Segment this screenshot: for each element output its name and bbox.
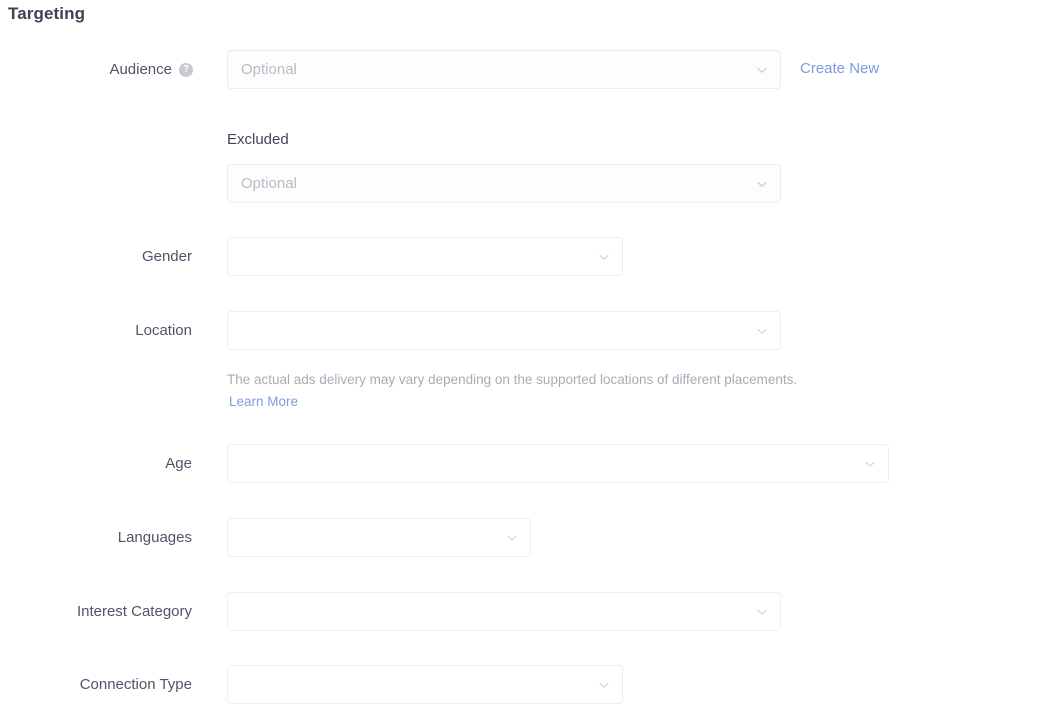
learn-more-link[interactable]: Learn More <box>229 393 298 411</box>
form-row-location: Location <box>0 311 1049 351</box>
gender-label: Gender <box>0 237 192 276</box>
connection-type-select[interactable] <box>227 665 623 704</box>
chevron-down-icon[interactable] <box>863 457 877 471</box>
page-title: Targeting <box>8 4 85 24</box>
create-new-link[interactable]: Create New <box>800 60 879 77</box>
interest-category-select[interactable] <box>227 592 781 631</box>
excluded-select[interactable]: Optional <box>227 164 781 203</box>
gender-select[interactable] <box>227 237 623 276</box>
audience-label: Audience <box>0 50 172 89</box>
chevron-down-icon[interactable] <box>755 324 769 338</box>
audience-select[interactable]: Optional <box>227 50 781 89</box>
chevron-down-icon[interactable] <box>597 250 611 264</box>
audience-placeholder: Optional <box>241 51 297 88</box>
form-row-age: Age <box>0 444 1049 484</box>
form-row-gender: Gender <box>0 237 1049 277</box>
excluded-label: Excluded <box>227 131 289 148</box>
form-row-languages: Languages <box>0 518 1049 558</box>
age-label: Age <box>0 444 192 483</box>
form-row-interest-category: Interest Category <box>0 592 1049 632</box>
chevron-down-icon[interactable] <box>755 177 769 191</box>
targeting-form-page: Targeting Audience ? Optional Create New… <box>0 0 1049 728</box>
connection-type-label: Connection Type <box>0 665 192 704</box>
languages-label: Languages <box>0 518 192 557</box>
chevron-down-icon[interactable] <box>755 605 769 619</box>
location-label: Location <box>0 311 192 350</box>
excluded-placeholder: Optional <box>241 165 297 202</box>
chevron-down-icon[interactable] <box>597 678 611 692</box>
help-circle-icon[interactable]: ? <box>179 63 193 77</box>
chevron-down-icon[interactable] <box>755 63 769 77</box>
location-select[interactable] <box>227 311 781 350</box>
form-row-audience: Audience ? Optional Create New <box>0 50 1049 90</box>
form-row-excluded: Optional <box>0 164 1049 204</box>
interest-category-label: Interest Category <box>0 592 192 631</box>
chevron-down-icon[interactable] <box>505 531 519 545</box>
languages-select[interactable] <box>227 518 531 557</box>
age-select[interactable] <box>227 444 889 483</box>
location-helper-text: The actual ads delivery may vary dependi… <box>227 371 797 389</box>
form-row-connection-type: Connection Type <box>0 665 1049 705</box>
